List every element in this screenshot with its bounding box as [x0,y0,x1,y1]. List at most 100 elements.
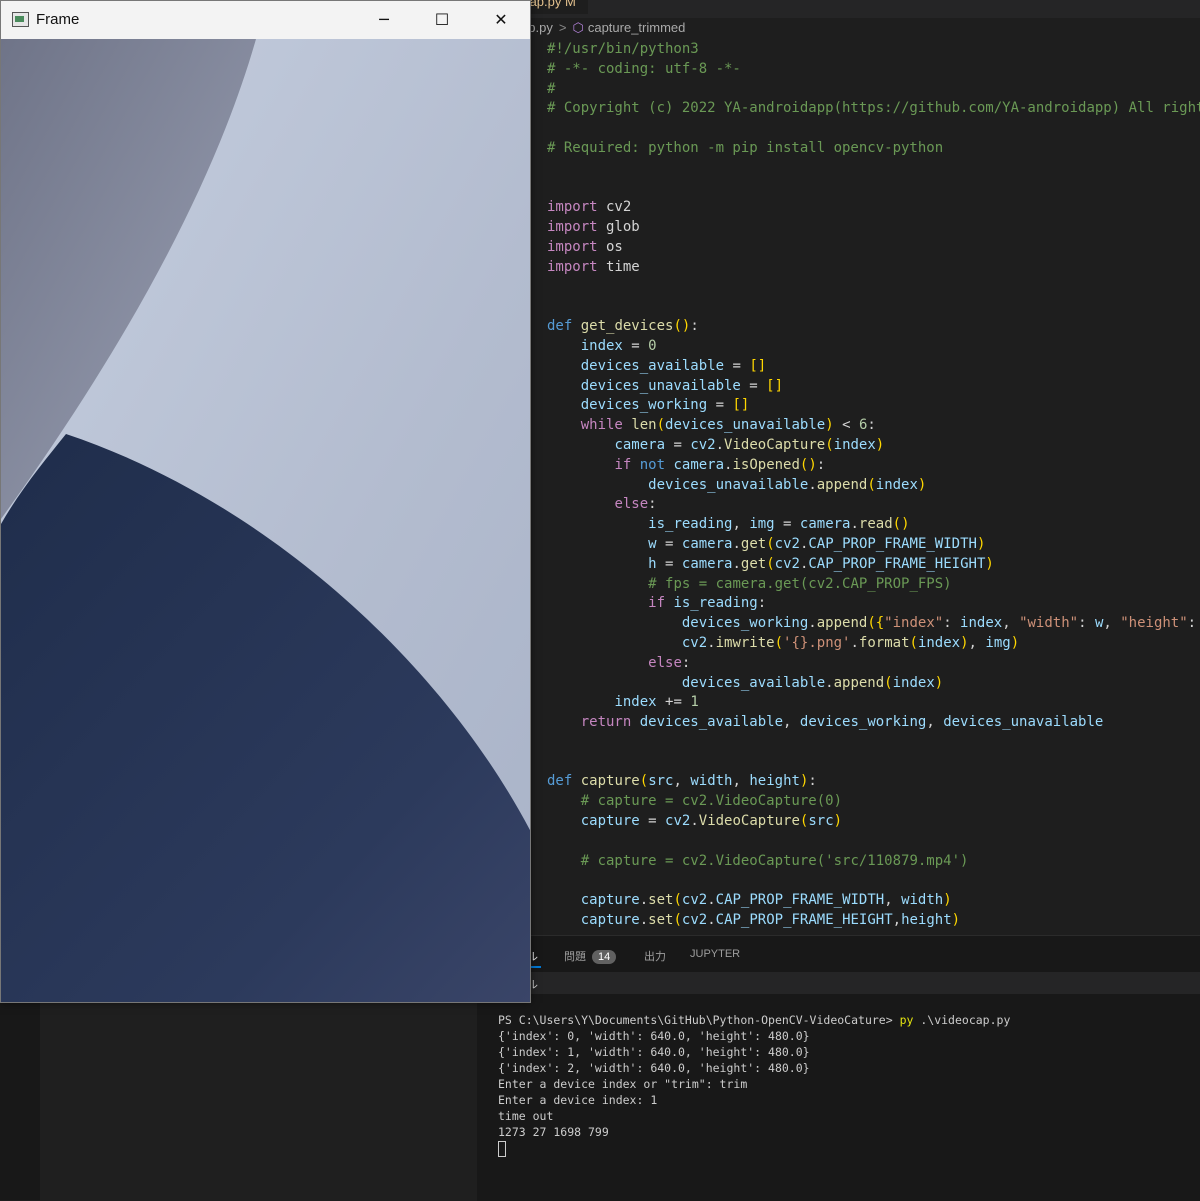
code-token: cv2 [681,892,708,909]
breadcrumb-separator: > [558,20,567,35]
code-token: def [547,318,573,335]
tab-problems-label: 問題 [564,951,586,963]
code-token: cv2 [681,912,708,929]
code-token: : [757,595,767,612]
code-token: [] [766,377,784,394]
terminal-line: {'index': 1, 'width': 640.0, 'height': 4… [498,1045,810,1059]
code-token: cv2 [597,199,632,216]
code-token: index [614,694,657,711]
code-token: get [740,535,767,552]
code-token: import [547,238,598,255]
minimize-button[interactable]: ─ [355,1,413,39]
terminal-line: Enter a device index: 1 [498,1093,658,1107]
code-token: import [547,199,598,216]
maximize-button[interactable]: ☐ [413,1,471,39]
code-token: , [783,714,800,731]
code-token: () [673,318,691,335]
code-token: # Copyright (c) 2022 YA-androidapp(https… [547,100,1200,117]
symbol-method-icon: ⬡ [572,20,584,35]
code-token: . [808,476,817,493]
code-token: VideoCapture [724,436,826,453]
code-token: index [875,476,918,493]
terminal-line: 1273 27 1698 799 [498,1125,609,1139]
code-token: cv2 [690,436,716,453]
code-line: import os [547,238,1200,258]
code-token: . [707,634,716,651]
code-line: # capture = cv2.VideoCapture(0) [547,792,1200,812]
code-token: devices_unavailable [665,417,826,434]
tab-problems[interactable]: 問題 14 [564,948,617,964]
code-token: : [808,773,817,790]
problems-count-badge: 14 [592,950,617,964]
code-token: [] [749,357,767,374]
code-line: import time [547,258,1200,278]
code-token: : [648,496,657,513]
code-token: . [715,436,725,453]
code-line: # fps = camera.get(cv2.CAP_PROP_FPS) [547,575,1200,595]
terminal-prompt: PS C:\Users\Y\Documents\GitHub\Python-Op… [498,1013,900,1027]
code-token: #!/usr/bin/python3 [547,41,699,57]
frame-window[interactable]: Frame ─ ☐ ✕ [0,0,531,1003]
code-token: = [724,357,750,374]
code-token: , [892,912,902,929]
code-token: append [833,674,885,691]
code-line: capture.set(cv2.CAP_PROP_FRAME_WIDTH, wi… [547,891,1200,911]
terminal-cursor-line [498,1140,1010,1157]
terminal-subheader: ル [477,972,1200,994]
code-token: CAP_PROP_FRAME_HEIGHT [808,555,986,572]
code-token: . [850,634,859,651]
code-token: . [690,813,699,830]
code-token: = [622,337,649,354]
code-token: CAP_PROP_FRAME_WIDTH [715,892,885,909]
frame-titlebar[interactable]: Frame ─ ☐ ✕ [1,1,530,39]
code-token: 1 [690,694,699,711]
code-token: cv2 [774,535,800,552]
code-token: width [901,892,944,909]
camera-frame-image [1,39,530,1002]
code-line: if not camera.isOpened(): [547,456,1200,476]
breadcrumb-symbol[interactable]: capture_trimmed [588,20,686,35]
code-token: camera [681,555,733,572]
tab-jupyter[interactable]: JUPYTER [690,948,740,960]
code-token: ( [867,476,876,493]
code-editor[interactable]: #!/usr/bin/python3 # -*- coding: utf-8 -*… [547,40,1200,935]
code-line: # capture = cv2.VideoCapture('src/110879… [547,852,1200,872]
code-token: ( [766,555,775,572]
code-token: . [639,892,649,909]
code-token: . [808,615,817,632]
terminal-output[interactable]: PS C:\Users\Y\Documents\GitHub\Python-Op… [498,1012,1010,1157]
code-token: = [656,555,682,572]
code-token: src [648,773,674,790]
code-line: index = 0 [547,337,1200,357]
code-token: . [732,555,741,572]
code-token: . [639,912,649,929]
code-token: ({ [867,615,885,632]
terminal-line: {'index': 0, 'width': 640.0, 'height': 4… [498,1029,810,1043]
terminal-line: time out [498,1109,554,1123]
tab-output[interactable]: 出力 [644,948,666,964]
code-token: # fps = camera.get(cv2.CAP_PROP_FPS) [648,575,952,592]
code-token: not [639,456,666,473]
code-token: ) [976,535,986,552]
code-token: is_reading [648,516,733,533]
close-button[interactable]: ✕ [472,1,530,39]
code-line: import cv2 [547,198,1200,218]
code-token: import [547,258,598,275]
code-token: = [656,535,682,552]
